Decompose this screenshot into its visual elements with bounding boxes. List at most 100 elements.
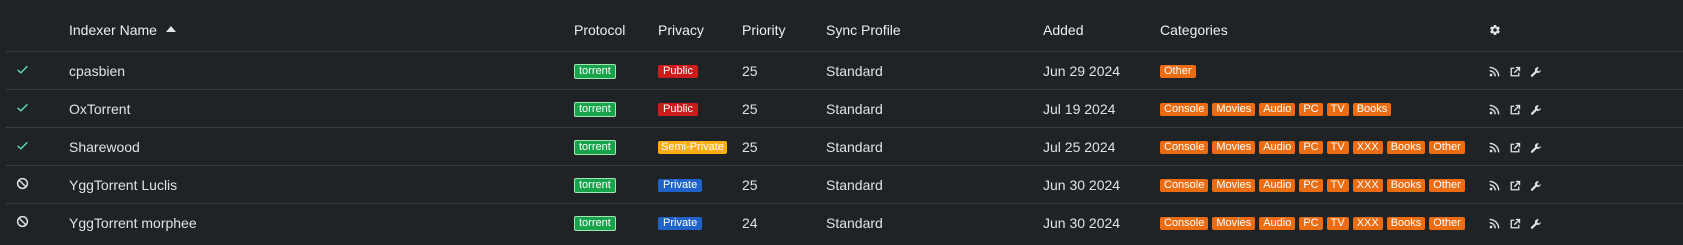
categories-cell: Console Movies Audio PC TV Books bbox=[1160, 89, 1489, 128]
wrench-icon[interactable] bbox=[1530, 63, 1551, 79]
category-label: TV bbox=[1326, 103, 1349, 117]
indexers-table: Indexer Name Protocol Privacy Priority S… bbox=[6, 9, 1683, 241]
category-label: XXX bbox=[1352, 217, 1383, 231]
header-privacy[interactable]: Privacy bbox=[658, 9, 742, 52]
external-link-icon[interactable] bbox=[1509, 63, 1530, 79]
category-label: Movies bbox=[1212, 141, 1256, 155]
privacy-label: Private bbox=[658, 179, 703, 193]
wrench-icon[interactable] bbox=[1530, 177, 1551, 193]
external-link-icon[interactable] bbox=[1509, 177, 1530, 193]
row-actions bbox=[1489, 204, 1683, 242]
status-cell bbox=[6, 89, 69, 128]
category-label: PC bbox=[1299, 217, 1323, 231]
category-label: XXX bbox=[1352, 141, 1383, 155]
rss-icon[interactable] bbox=[1489, 139, 1509, 155]
category-label: TV bbox=[1326, 141, 1349, 155]
header-added[interactable]: Added bbox=[1043, 9, 1160, 52]
indexer-name[interactable]: YggTorrent Luclis bbox=[69, 165, 574, 204]
ban-icon bbox=[16, 177, 29, 193]
category-label: TV bbox=[1326, 179, 1349, 193]
protocol-label: torrent bbox=[574, 63, 616, 79]
check-icon bbox=[16, 101, 29, 117]
table-header-row: Indexer Name Protocol Privacy Priority S… bbox=[6, 9, 1683, 52]
categories-cell: Console Movies Audio PC TV XXX Books Other bbox=[1160, 165, 1489, 204]
row-actions bbox=[1489, 165, 1683, 204]
row-actions bbox=[1489, 127, 1683, 166]
rss-icon[interactable] bbox=[1489, 215, 1509, 231]
indexer-name[interactable]: YggTorrent morphee bbox=[69, 204, 574, 242]
protocol-cell: torrent bbox=[574, 89, 658, 128]
status-cell bbox=[6, 51, 69, 90]
external-link-icon[interactable] bbox=[1509, 101, 1530, 117]
privacy-cell: Semi-Private bbox=[658, 127, 742, 166]
rss-icon[interactable] bbox=[1489, 177, 1509, 193]
table-body: cpasbien torrent Public 25 Standard Jun 29 20… bbox=[6, 51, 1683, 242]
category-label: Audio bbox=[1259, 103, 1296, 117]
category-label: Console bbox=[1160, 217, 1209, 231]
header-priority[interactable]: Priority bbox=[742, 9, 826, 52]
protocol-label: torrent bbox=[574, 215, 616, 231]
check-icon bbox=[16, 139, 29, 155]
indexer-name[interactable]: cpasbien bbox=[69, 51, 574, 90]
rss-icon[interactable] bbox=[1489, 63, 1509, 79]
indexer-name[interactable]: OxTorrent bbox=[69, 89, 574, 128]
added-cell: Jul 19 2024 bbox=[1043, 89, 1160, 128]
privacy-label: Public bbox=[658, 65, 698, 79]
category-label: Other bbox=[1429, 141, 1465, 155]
privacy-label: Public bbox=[658, 103, 698, 117]
indexer-name[interactable]: Sharewood bbox=[69, 127, 574, 166]
category-label: Books bbox=[1386, 217, 1426, 231]
protocol-cell: torrent bbox=[574, 165, 658, 204]
category-label: Console bbox=[1160, 179, 1209, 193]
rss-icon[interactable] bbox=[1489, 101, 1509, 117]
protocol-cell: torrent bbox=[574, 127, 658, 166]
categories-cell: Console Movies Audio PC TV XXX Books Other bbox=[1160, 204, 1489, 242]
external-link-icon[interactable] bbox=[1509, 139, 1530, 155]
wrench-icon[interactable] bbox=[1530, 139, 1551, 155]
header-sync-profile[interactable]: Sync Profile bbox=[826, 9, 1043, 52]
category-label: PC bbox=[1299, 141, 1323, 155]
wrench-icon[interactable] bbox=[1530, 215, 1551, 231]
sync-profile-cell: Standard bbox=[826, 214, 883, 231]
check-icon bbox=[16, 63, 29, 79]
priority-cell: 25 bbox=[742, 127, 826, 166]
categories-cell: Console Movies Audio PC TV XXX Books Other bbox=[1160, 127, 1489, 166]
sync-profile-cell: Standard bbox=[826, 51, 1043, 90]
header-indexer-name-label: Indexer Name bbox=[69, 22, 157, 38]
category-label: Audio bbox=[1259, 179, 1296, 193]
external-link-icon[interactable] bbox=[1509, 215, 1530, 231]
gear-icon[interactable] bbox=[1489, 23, 1501, 39]
added-cell: Jun 29 2024 bbox=[1043, 51, 1160, 90]
sync-profile-cell: Standard bbox=[826, 89, 1043, 128]
ban-icon bbox=[16, 215, 29, 231]
header-protocol[interactable]: Protocol bbox=[574, 9, 658, 52]
header-categories: Categories bbox=[1160, 9, 1489, 52]
category-label: Books bbox=[1352, 103, 1392, 117]
category-label: Audio bbox=[1259, 141, 1296, 155]
table-row: YggTorrent morphee torrent Private 24 Standa… bbox=[6, 204, 1683, 242]
category-label: Other bbox=[1160, 65, 1196, 79]
category-label: Other bbox=[1429, 179, 1465, 193]
category-label: Books bbox=[1386, 179, 1426, 193]
protocol-cell: torrent bbox=[574, 51, 658, 90]
privacy-cell: Public bbox=[658, 89, 742, 128]
wrench-icon[interactable] bbox=[1530, 101, 1551, 117]
added-cell: Jun 30 2024 bbox=[1043, 165, 1160, 204]
sync-profile-cell: Standard bbox=[826, 165, 1043, 204]
privacy-cell: Public bbox=[658, 51, 742, 90]
table-row: OxTorrent torrent Public 25 Standard Jul 19 2… bbox=[6, 89, 1683, 128]
category-label: Console bbox=[1160, 103, 1209, 117]
row-actions bbox=[1489, 51, 1683, 90]
status-cell bbox=[6, 204, 69, 242]
sort-ascending-icon bbox=[165, 26, 176, 32]
protocol-cell: torrent bbox=[574, 204, 658, 242]
category-label: Console bbox=[1160, 141, 1209, 155]
sync-profile-cell: Standard bbox=[826, 127, 1043, 166]
protocol-label: torrent bbox=[574, 139, 616, 155]
priority-cell: 24 bbox=[742, 214, 758, 231]
row-actions bbox=[1489, 89, 1683, 128]
privacy-label: Private bbox=[658, 217, 703, 231]
category-label: Movies bbox=[1212, 103, 1256, 117]
header-indexer-name[interactable]: Indexer Name bbox=[69, 9, 574, 52]
table-row: cpasbien torrent Public 25 Standard Jun 29 20… bbox=[6, 51, 1683, 90]
